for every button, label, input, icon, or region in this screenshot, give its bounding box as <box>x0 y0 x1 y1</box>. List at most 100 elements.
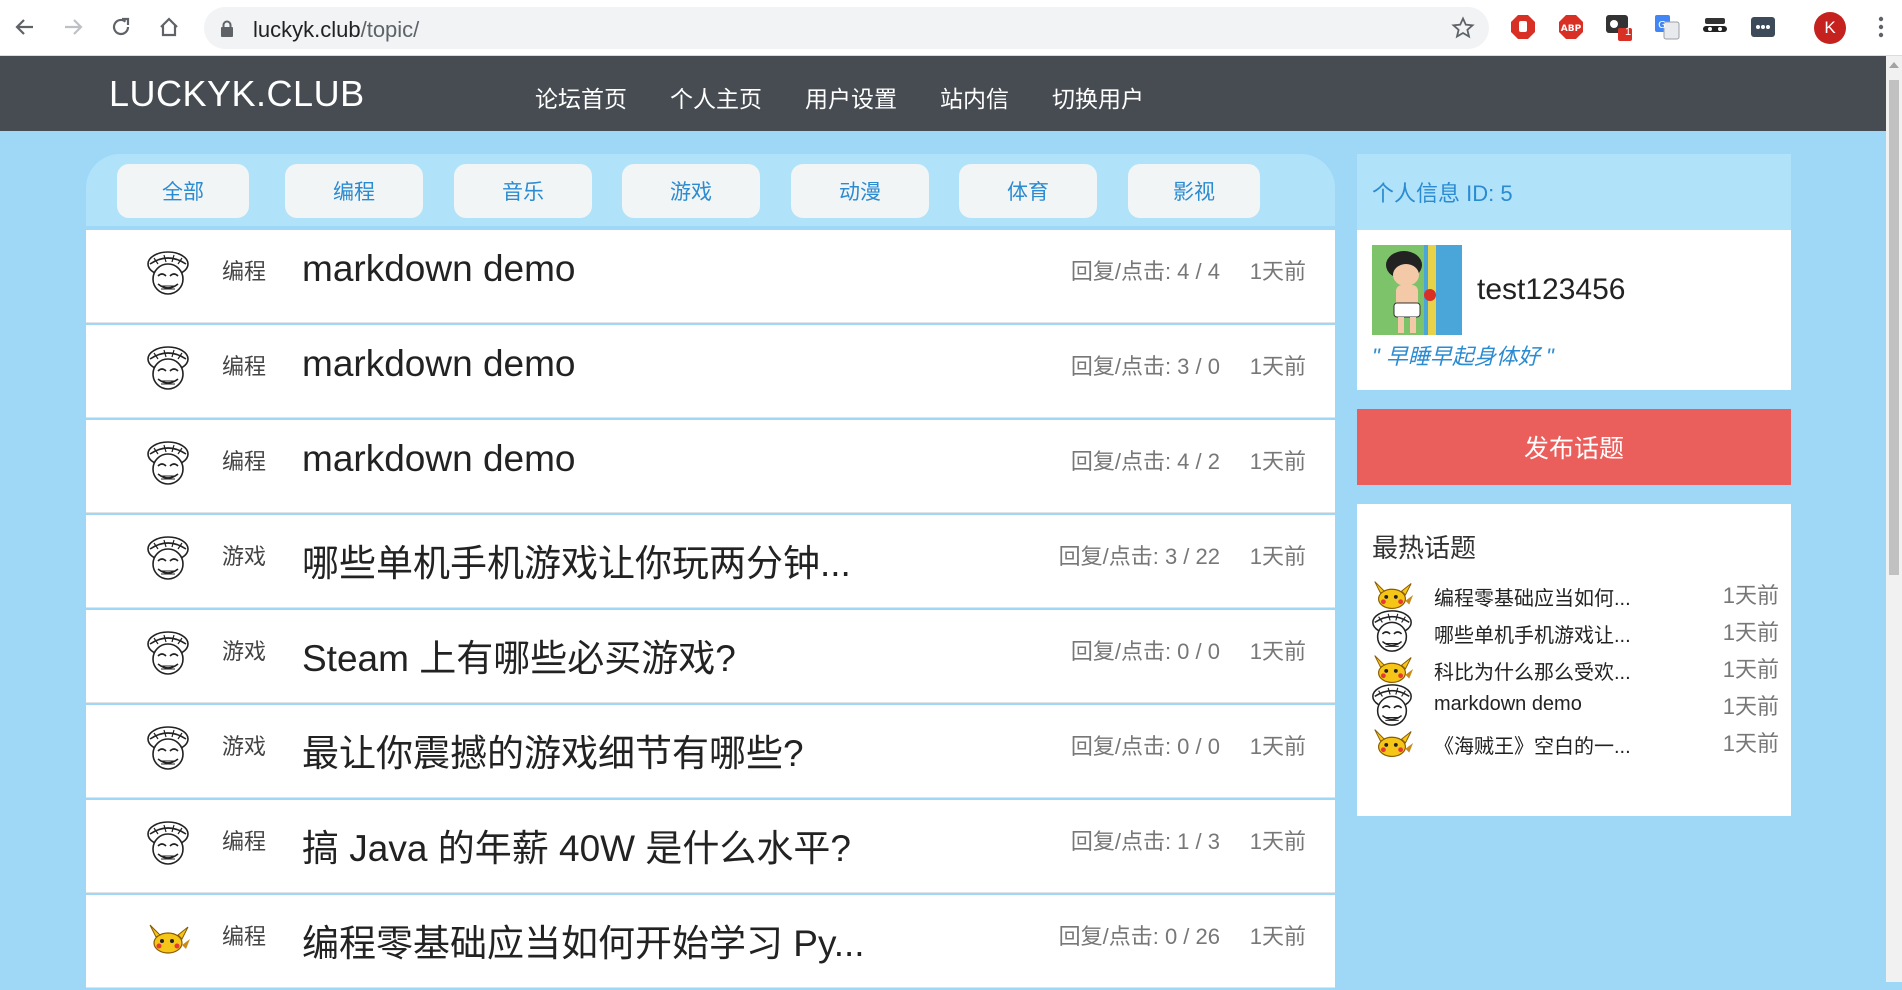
topic-row[interactable]: 编程 编程零基础应当如何开始学习 Py... 回复/点击: 0 / 26 1天前 <box>86 895 1335 988</box>
topic-row[interactable]: 编程 markdown demo 回复/点击: 4 / 2 1天前 <box>86 420 1335 513</box>
lock-icon <box>220 20 234 42</box>
nav-profile[interactable]: 个人主页 <box>670 80 762 114</box>
topic-title-link[interactable]: 最让你震撼的游戏细节有哪些? <box>302 723 804 777</box>
topic-time: 1天前 <box>1249 924 1306 949</box>
category-music[interactable]: 音乐 <box>454 164 592 218</box>
topic-time: 1天前 <box>1249 734 1306 759</box>
hot-topic-title[interactable]: 《海贼王》空白的一... <box>1434 730 1631 759</box>
address-bar[interactable]: luckyk.club/topic/ <box>204 7 1489 49</box>
topic-author-avatar[interactable] <box>144 440 192 488</box>
category-games[interactable]: 游戏 <box>622 164 760 218</box>
topic-row[interactable]: 游戏 哪些单机手机游戏让你玩两分钟... 回复/点击: 3 / 22 1天前 <box>86 515 1335 608</box>
topic-category-tag[interactable]: 游戏 <box>222 539 266 571</box>
topic-time: 1天前 <box>1249 354 1306 379</box>
topic-row[interactable]: 编程 markdown demo 回复/点击: 3 / 0 1天前 <box>86 325 1335 418</box>
topic-title-link[interactable]: 哪些单机手机游戏让你玩两分钟... <box>302 533 851 587</box>
hot-topic-time: 1天前 <box>1722 583 1779 608</box>
stop-icon[interactable] <box>1508 12 1538 42</box>
spy-icon[interactable] <box>1700 12 1730 42</box>
topic-category-tag[interactable]: 编程 <box>222 349 266 381</box>
site-header: LUCKYK.CLUB 论坛首页 个人主页 用户设置 站内信 切换用户 <box>0 56 1886 131</box>
topic-row[interactable]: 游戏 Steam 上有哪些必买游戏? 回复/点击: 0 / 0 1天前 <box>86 610 1335 703</box>
page-scrollbar[interactable] <box>1886 56 1902 982</box>
topic-time: 1天前 <box>1249 259 1306 284</box>
topic-reply-click-stats: 回复/点击: 3 / 0 <box>1070 354 1220 379</box>
topic-list: 编程 markdown demo 回复/点击: 4 / 4 1天前 编程 markdown… <box>86 230 1335 990</box>
topic-author-avatar[interactable] <box>144 250 192 298</box>
reload-icon[interactable] <box>106 12 136 42</box>
svg-text:ABP: ABP <box>1561 24 1582 34</box>
category-sports[interactable]: 体育 <box>959 164 1097 218</box>
hot-topic-time: 1天前 <box>1722 694 1779 719</box>
ext-badge-count: 1 <box>1625 26 1632 38</box>
topic-author-avatar[interactable] <box>144 535 192 583</box>
profile-motto: " 早睡早起身体好 " <box>1372 344 1554 369</box>
topic-author-avatar[interactable] <box>144 345 192 393</box>
profile-avatar[interactable]: K <box>1814 12 1846 44</box>
topic-title-link[interactable]: markdown demo <box>302 438 576 480</box>
bookmark-star-icon[interactable] <box>1451 16 1475 45</box>
topic-category-tag[interactable]: 编程 <box>222 824 266 856</box>
url-text: luckyk.club/topic/ <box>253 17 420 42</box>
topic-row[interactable]: 编程 markdown demo 回复/点击: 4 / 4 1天前 <box>86 230 1335 323</box>
more-ext-icon[interactable] <box>1748 12 1778 42</box>
topic-category-tag[interactable]: 游戏 <box>222 634 266 666</box>
topic-author-avatar[interactable] <box>144 630 192 678</box>
topic-author-avatar[interactable] <box>144 725 192 773</box>
topic-author-avatar[interactable] <box>144 820 192 868</box>
back-icon[interactable] <box>10 12 40 42</box>
nav-forum-home[interactable]: 论坛首页 <box>535 80 627 114</box>
nav-messages[interactable]: 站内信 <box>940 80 1009 114</box>
topic-category-tag[interactable]: 编程 <box>222 254 266 286</box>
browser-toolbar: luckyk.club/topic/ ABP 1 G K <box>0 0 1902 56</box>
hot-topic-title[interactable]: 哪些单机手机游戏让... <box>1434 619 1631 648</box>
topic-reply-click-stats: 回复/点击: 1 / 3 <box>1070 829 1220 854</box>
topic-reply-click-stats: 回复/点击: 0 / 26 <box>1058 924 1220 949</box>
ext-badge-icon[interactable]: 1 <box>1604 12 1634 42</box>
hot-topic-title[interactable]: markdown demo <box>1434 693 1582 716</box>
topic-category-tag[interactable]: 编程 <box>222 919 266 951</box>
topic-title-link[interactable]: 编程零基础应当如何开始学习 Py... <box>302 913 865 967</box>
chrome-menu-icon[interactable] <box>1866 12 1896 42</box>
profile-username[interactable]: test123456 <box>1477 273 1625 307</box>
hot-topic-time: 1天前 <box>1722 657 1779 682</box>
topic-title-link[interactable]: Steam 上有哪些必买游戏? <box>302 628 736 682</box>
hot-topic-title[interactable]: 科比为什么那么受欢... <box>1434 656 1631 685</box>
topic-row[interactable]: 编程 搞 Java 的年薪 40W 是什么水平? 回复/点击: 1 / 3 1天前 <box>86 800 1335 893</box>
topic-time: 1天前 <box>1249 639 1306 664</box>
post-topic-button[interactable]: 发布话题 <box>1357 409 1791 485</box>
topic-title-link[interactable]: markdown demo <box>302 248 576 290</box>
category-programming[interactable]: 编程 <box>285 164 423 218</box>
topic-title-link[interactable]: 搞 Java 的年薪 40W 是什么水平? <box>302 818 851 872</box>
nav-settings[interactable]: 用户设置 <box>805 80 897 114</box>
topic-reply-click-stats: 回复/点击: 0 / 0 <box>1070 639 1220 664</box>
topic-time: 1天前 <box>1249 544 1306 569</box>
topic-reply-click-stats: 回复/点击: 4 / 2 <box>1070 449 1220 474</box>
user-avatar[interactable] <box>1372 245 1462 335</box>
topic-category-tag[interactable]: 编程 <box>222 444 266 476</box>
svg-text:G: G <box>1658 20 1666 31</box>
topic-category-tag[interactable]: 游戏 <box>222 729 266 761</box>
hot-topic-item[interactable]: 《海贼王》空白的一... 1天前 <box>1369 720 1779 764</box>
translate-icon[interactable]: G <box>1652 12 1682 42</box>
topic-row[interactable]: 游戏 最让你震撼的游戏细节有哪些? 回复/点击: 0 / 0 1天前 <box>86 705 1335 798</box>
forward-icon[interactable] <box>58 12 88 42</box>
scrollbar-thumb[interactable] <box>1889 80 1899 575</box>
topic-time: 1天前 <box>1249 829 1306 854</box>
topic-reply-click-stats: 回复/点击: 0 / 0 <box>1070 734 1220 759</box>
topic-title-link[interactable]: markdown demo <box>302 343 576 385</box>
hot-topic-title[interactable]: 编程零基础应当如何... <box>1434 582 1631 611</box>
profile-card: 个人信息 ID: 5 test123456 " 早睡早起身体好 " <box>1357 154 1791 390</box>
adblock-icon[interactable]: ABP <box>1556 12 1586 42</box>
hot-topic-avatar <box>1369 720 1415 766</box>
site-brand[interactable]: LUCKYK.CLUB <box>109 73 365 115</box>
category-all[interactable]: 全部 <box>117 164 249 218</box>
topic-time: 1天前 <box>1249 449 1306 474</box>
nav-switch-user[interactable]: 切换用户 <box>1052 80 1144 114</box>
category-movies[interactable]: 影视 <box>1128 164 1260 218</box>
scroll-up-arrow-icon[interactable] <box>1889 62 1899 68</box>
topic-author-avatar[interactable] <box>144 915 192 963</box>
top-nav: 论坛首页 个人主页 用户设置 站内信 切换用户 <box>535 80 1187 114</box>
home-icon[interactable] <box>154 12 184 42</box>
category-anime[interactable]: 动漫 <box>791 164 929 218</box>
